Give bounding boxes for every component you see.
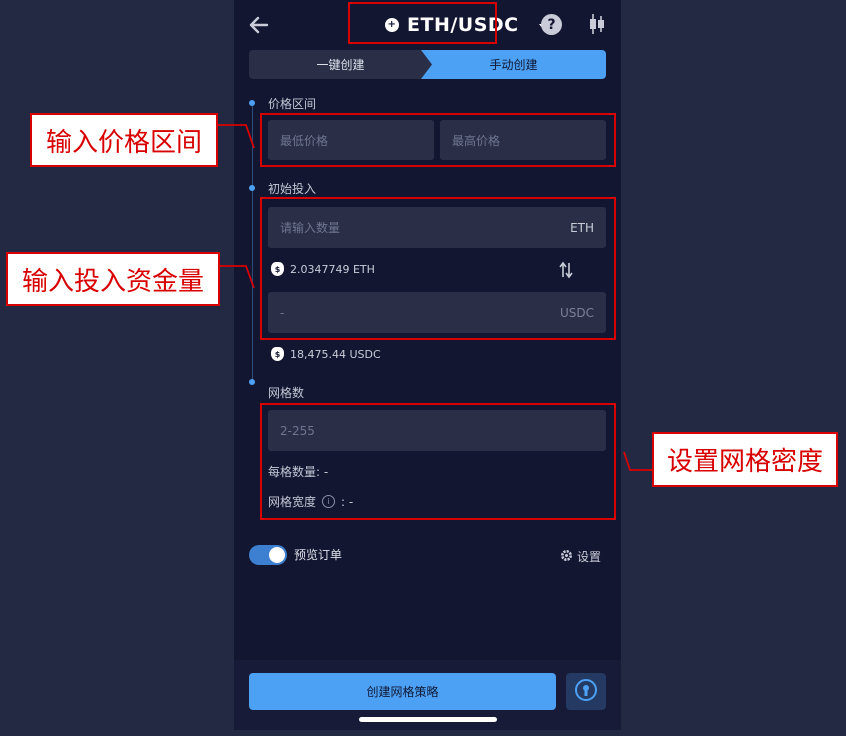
step-dot (249, 100, 255, 106)
money-bag-icon: $ (271, 347, 284, 361)
question-circle-icon[interactable]: ? (541, 14, 562, 35)
settings-label: 设置 (577, 550, 602, 564)
step-dot (249, 379, 255, 385)
annotation-price-range: 输入价格区间 (30, 113, 218, 167)
toggle-knob (269, 547, 285, 563)
investment-label: 初始投入 (268, 182, 317, 196)
pair-highlight (348, 2, 497, 44)
tab-one-click[interactable]: 一键创建 (249, 50, 432, 79)
tab-manual[interactable]: 手动创建 (421, 50, 606, 79)
arrow-left-icon[interactable] (248, 14, 270, 36)
settings-button[interactable]: 设置 (560, 548, 601, 565)
grid-density-highlight (260, 403, 616, 520)
price-range-highlight (260, 113, 616, 167)
grid-count-label: 网格数 (268, 386, 305, 400)
preview-order-label: 预览订单 (294, 548, 343, 562)
home-indicator (359, 717, 497, 722)
candlestick-icon[interactable] (587, 13, 607, 35)
keyhole-button[interactable] (566, 673, 606, 710)
step-line (252, 106, 253, 381)
investment-highlight (260, 197, 616, 340)
preview-order-toggle[interactable] (249, 545, 287, 565)
annotation-investment: 输入投入资金量 (6, 252, 220, 306)
create-grid-strategy-button[interactable]: 创建网格策略 (249, 673, 556, 710)
create-mode-tabs: 一键创建 手动创建 (249, 50, 606, 79)
usdc-balance: $ 18,475.44 USDC (271, 347, 381, 361)
price-range-label: 价格区间 (268, 97, 317, 111)
keyhole-icon (574, 678, 598, 706)
annotation-grid-density: 设置网格密度 (652, 432, 838, 487)
step-dot (249, 185, 255, 191)
gear-icon (560, 549, 573, 565)
usdc-balance-value: 18,475.44 USDC (290, 347, 381, 361)
